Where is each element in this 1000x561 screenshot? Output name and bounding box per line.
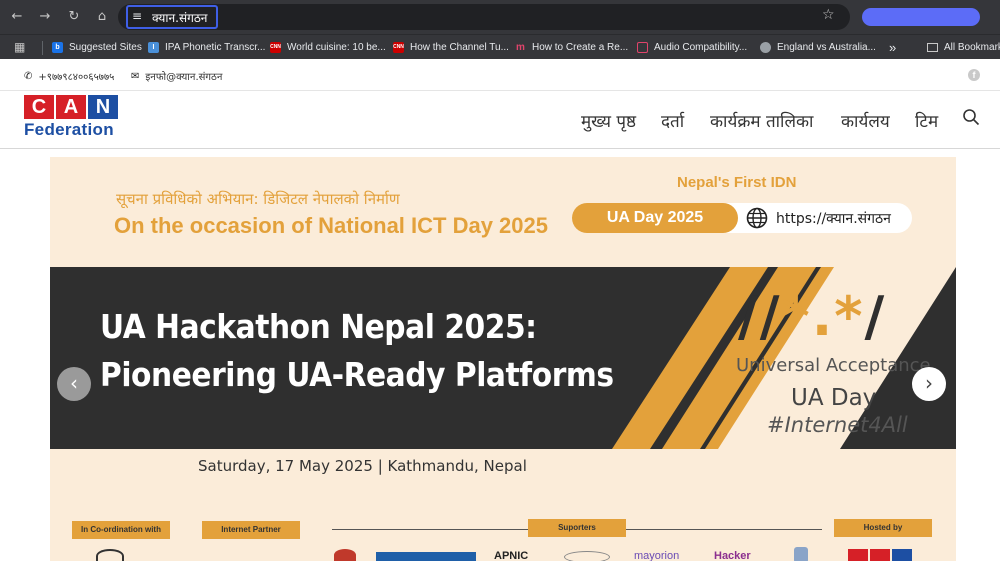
bookmark-item[interactable]: m How to Create a Re...	[515, 40, 628, 54]
page-content: ✆ +९७७९८४००६५७७५ ✉ इनफो@क्यान.संगठन f C …	[0, 59, 1000, 561]
menu-item-office[interactable]: कार्यलय	[841, 109, 890, 132]
profile-button[interactable]	[862, 8, 980, 26]
supporter-logo-small	[794, 547, 808, 561]
phone-contact[interactable]: ✆ +९७७९८४००६५७७५	[24, 69, 115, 84]
cnn-icon: CNN	[270, 41, 281, 53]
tag-coordination: In Co-ordination with	[72, 521, 170, 539]
bookmark-label: How to Create a Re...	[532, 41, 629, 53]
host-logo-a	[870, 549, 890, 561]
url-text[interactable]: क्यान.संगठन	[152, 9, 207, 26]
logo-letter-n: N	[88, 95, 118, 119]
bookmark-label: How the Channel Tu...	[410, 41, 509, 53]
ua-day-text: UA Day	[791, 385, 877, 411]
email-contact[interactable]: ✉ इनफो@क्यान.संगठन	[131, 69, 223, 84]
logo-letters: C A N	[24, 95, 120, 119]
back-icon[interactable]: ←	[7, 7, 27, 27]
more-bookmarks-button[interactable]: »	[889, 40, 896, 55]
ua-url-text: https://क्यान.संगठन	[776, 211, 891, 227]
internet4all-hashtag: #Internet4All	[767, 413, 908, 437]
bookmark-item[interactable]: b Suggested Sites	[52, 40, 142, 54]
hackathon-title-line2: Pioneering UA-Ready Platforms	[100, 355, 614, 394]
site-header: C A N Federation मुख्य पृष्ठ दर्ता कार्य…	[0, 91, 1000, 149]
globe-icon	[760, 41, 771, 53]
all-bookmarks-label: All Bookmarks	[944, 41, 1000, 53]
ua-logo-stars: *.*	[781, 285, 865, 348]
ua-logo: //*.*/	[738, 285, 886, 348]
bookmark-label: IPA Phonetic Transcr...	[165, 41, 266, 53]
forward-icon[interactable]: →	[35, 7, 55, 27]
phone-icon: ✆	[24, 70, 33, 82]
bookmark-label: World cuisine: 10 be...	[287, 41, 386, 53]
medium-icon: m	[516, 41, 525, 53]
government-emblem	[334, 549, 356, 561]
bing-icon: b	[52, 41, 63, 53]
carousel-prev-button[interactable]: ‹	[57, 367, 91, 401]
bookmark-star-icon[interactable]: ☆	[822, 7, 835, 23]
apps-grid-icon[interactable]: ▦	[14, 40, 25, 54]
logo-letter-a: A	[56, 95, 86, 119]
hackathon-title-line1: UA Hackathon Nepal 2025:	[100, 307, 537, 346]
bookmark-item[interactable]: Audio Compatibility...	[637, 40, 747, 54]
contact-bar: ✆ +९७७९८४००६५७७५ ✉ इनफो@क्यान.संगठन f	[0, 59, 1000, 91]
ua-logo-slash: /	[864, 285, 887, 348]
host-logo-n	[892, 549, 912, 561]
menu-item-schedule[interactable]: कार्यक्रम तालिका	[710, 109, 813, 132]
banner-devanagari-heading: सूचना प्रविधिको अभियान: डिजिटल नेपालको न…	[116, 190, 400, 208]
logo-letter-c: C	[24, 95, 54, 119]
bookmark-item[interactable]: CNN How the Channel Tu...	[393, 40, 509, 54]
logo-subtitle: Federation	[24, 120, 114, 139]
browser-toolbar: ← → ↻ ⌂ ≡ क्यान.संगठन ☆	[0, 0, 1000, 34]
supporter-logo-oval	[564, 551, 610, 561]
email-address: इनफो@क्यान.संगठन	[145, 72, 223, 83]
bookmark-label: England vs Australia...	[777, 41, 876, 53]
bookmark-page-icon	[637, 41, 648, 53]
ua-logo-slashes: //	[738, 285, 782, 348]
hero-banner: सूचना प्रविधिको अभियान: डिजिटल नेपालको न…	[50, 157, 956, 561]
tag-hosted-by: Hosted by	[834, 519, 932, 537]
banner-occasion: On the occasion of National ICT Day 2025	[114, 213, 548, 238]
home-icon[interactable]: ⌂	[92, 7, 112, 27]
bookmark-label: Audio Compatibility...	[654, 41, 748, 53]
phone-number: +९७७९८४००६५७७५	[38, 72, 115, 83]
menu-item-home[interactable]: मुख्य पृष्ठ	[581, 109, 636, 132]
apnic-logo: APNIC	[494, 550, 529, 561]
menu-item-registration[interactable]: दर्ता	[661, 109, 684, 132]
hosted-by-can-logo	[848, 549, 912, 561]
globe-icon	[746, 207, 768, 229]
cnn-icon: CNN	[393, 41, 404, 53]
universal-acceptance-text: Universal Acceptance	[736, 355, 931, 376]
banner-first-idn: Nepal's First IDN	[677, 174, 797, 191]
tag-supporters: Suporters	[528, 519, 626, 537]
address-bar[interactable]	[118, 4, 850, 30]
bookmarks-separator	[42, 41, 43, 55]
menu-item-team[interactable]: टिम	[915, 109, 938, 132]
search-icon[interactable]	[962, 108, 980, 126]
supporter-logo-blue	[376, 552, 476, 561]
ua-day-pill: UA Day 2025	[572, 203, 738, 233]
facebook-icon[interactable]: f	[968, 69, 980, 81]
bookmark-item[interactable]: England vs Australia...	[760, 40, 876, 54]
coordination-logo	[96, 549, 124, 561]
can-federation-logo[interactable]: C A N Federation	[24, 95, 120, 145]
bookmark-item[interactable]: I IPA Phonetic Transcr...	[148, 40, 265, 54]
all-bookmarks-button[interactable]: All Bookmarks	[927, 40, 1000, 54]
tag-internet-partner: Internet Partner	[202, 521, 300, 539]
hacker-logo: Hacker	[714, 550, 751, 561]
event-date-location: Saturday, 17 May 2025 | Kathmandu, Nepal	[198, 457, 527, 475]
carousel-next-button[interactable]: ›	[912, 367, 946, 401]
envelope-icon: ✉	[131, 70, 140, 82]
host-logo-c	[848, 549, 868, 561]
bookmark-label: Suggested Sites	[69, 41, 142, 53]
site-info-icon[interactable]: ≡	[132, 9, 142, 23]
reload-icon[interactable]: ↻	[64, 7, 84, 27]
ipa-icon: I	[148, 41, 159, 53]
folder-icon	[927, 42, 938, 52]
bookmark-item[interactable]: CNN World cuisine: 10 be...	[270, 40, 386, 54]
mayorion-logo: mayorion	[634, 550, 680, 561]
bookmarks-bar: ▦ b Suggested Sites I IPA Phonetic Trans…	[0, 34, 1000, 59]
hackathon-title: UA Hackathon Nepal 2025: Pioneering UA-R…	[100, 303, 614, 399]
